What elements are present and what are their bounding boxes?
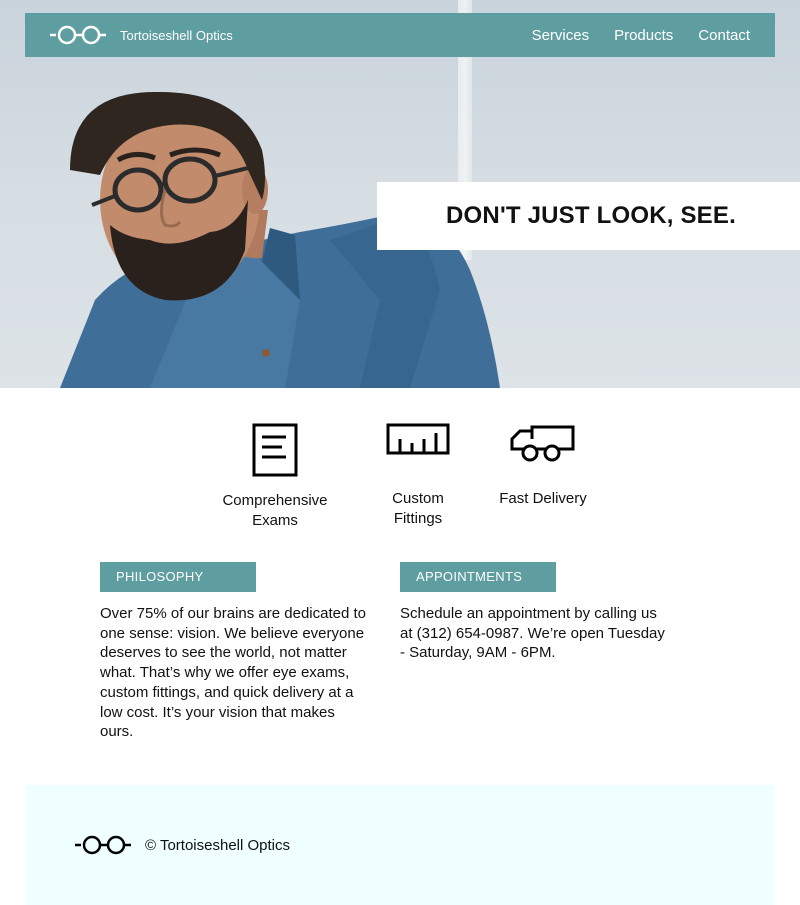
- appointments-text: Schedule an appointment by calling us at…: [400, 605, 665, 662]
- tagline-box: DON'T JUST LOOK, SEE.: [377, 182, 800, 250]
- feature-exams: Comprehensive Exams: [215, 423, 335, 531]
- nav-link-products[interactable]: Products: [614, 27, 673, 44]
- footer-copyright: © Tortoiseshell Optics: [145, 836, 290, 854]
- hero-section: Tortoiseshell Optics Services Products C…: [0, 0, 800, 388]
- philosophy-heading: PHILOSOPHY: [100, 562, 256, 592]
- appointments-heading: APPOINTMENTS: [400, 562, 556, 592]
- glasses-icon: [75, 835, 131, 855]
- philosophy-section: PHILOSOPHY Over 75% of our brains are de…: [100, 562, 370, 742]
- document-icon: [252, 423, 298, 477]
- footer: © Tortoiseshell Optics: [25, 785, 775, 905]
- brand[interactable]: Tortoiseshell Optics: [50, 25, 233, 45]
- glasses-icon: [50, 25, 106, 45]
- truck-icon: [510, 425, 575, 462]
- feature-label: Fast Delivery: [499, 490, 587, 507]
- nav-link-contact[interactable]: Contact: [698, 27, 750, 44]
- feature-label: Custom Fittings: [392, 490, 444, 527]
- top-navbar: Tortoiseshell Optics Services Products C…: [25, 13, 775, 57]
- feature-fittings: Custom Fittings: [368, 423, 468, 529]
- philosophy-text: Over 75% of our brains are dedicated to …: [100, 605, 366, 741]
- ruler-icon: [386, 423, 450, 455]
- feature-label: Comprehensive Exams: [222, 492, 328, 529]
- brand-name: Tortoiseshell Optics: [120, 27, 233, 43]
- main-nav: Services Products Contact: [532, 27, 750, 44]
- appointments-section: APPOINTMENTS Schedule an appointment by …: [400, 562, 670, 663]
- hero-tagline: DON'T JUST LOOK, SEE.: [446, 202, 736, 229]
- nav-link-services[interactable]: Services: [532, 27, 590, 44]
- feature-delivery: Fast Delivery: [493, 423, 593, 509]
